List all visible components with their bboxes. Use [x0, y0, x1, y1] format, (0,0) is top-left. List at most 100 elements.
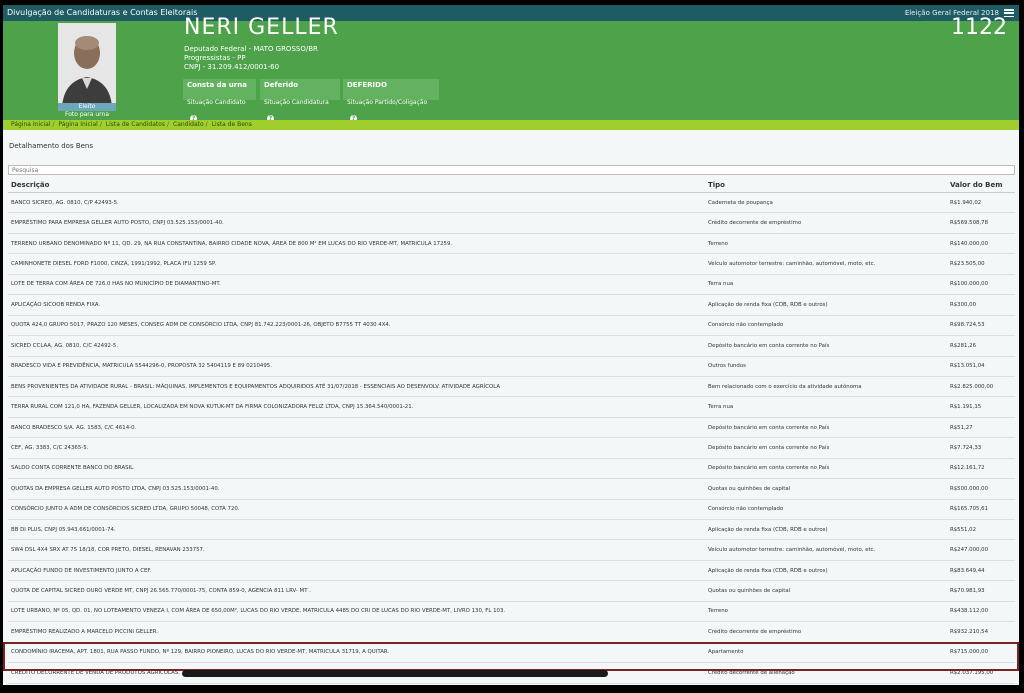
cell-type: Terra nua [705, 274, 947, 296]
elected-badge: Eleito [58, 103, 116, 111]
cell-description: BANCO SICRED, AG. 0810, C/P 42493-5. [8, 192, 705, 214]
table-row[interactable]: BANCO SICRED, AG. 0810, C/P 42493-5. Cade… [8, 192, 1015, 214]
table-header-row: Descrição Tipo Valor do Bem [8, 178, 1015, 193]
cell-type: Caderneta de poupança [705, 192, 947, 214]
table-row[interactable]: BRADESCO VIDA E PREVIDÊNCIA, MATRICULA 5… [8, 356, 1015, 377]
table-row[interactable]: SW4 DSL 4X4 SRX AT 75 18/18, COR PRETO, … [8, 539, 1015, 561]
cell-value: R$23.505,00 [947, 253, 1015, 275]
cell-value: R$2.825.000,00 [947, 376, 1015, 398]
candidate-photo [58, 23, 116, 107]
cell-value: R$438.112,00 [947, 601, 1015, 623]
search-input[interactable] [8, 165, 1015, 175]
breadcrumb-item-home[interactable]: Página Inicial [11, 121, 50, 128]
badge-subtitle: Situação Candidatura [264, 99, 329, 106]
cell-description: EMPRÉSTIMO REALIZADO A MARCELO PICCINI G… [8, 621, 705, 643]
cell-description: QUOTA 424,0 GRUPO 5017, PRAZO 120 MESES,… [8, 315, 705, 337]
cell-value: R$281,26 [947, 335, 1015, 357]
cell-type: Outros fundos [705, 356, 947, 377]
table-row[interactable]: EMPRÉSTIMO REALIZADO A MARCELO PICCINI G… [8, 621, 1015, 643]
cell-type: Terreno [705, 233, 947, 255]
candidate-party: Progressistas - PP [184, 54, 246, 62]
breadcrumb-item-home-2[interactable]: Página Inicial [58, 121, 97, 128]
cell-type: Veículo automotor terrestre: caminhão, a… [705, 253, 947, 275]
cell-value: R$932.210,54 [947, 621, 1015, 643]
badge-title: Deferido [264, 81, 299, 89]
cell-value: R$165.705,61 [947, 499, 1015, 521]
breadcrumb-item-candidates[interactable]: Lista de Candidatos [106, 121, 165, 128]
cell-description: CEF, AG. 3383, C/C 24365-5. [8, 437, 705, 459]
badge-title: DEFERIDO [347, 81, 387, 89]
cell-value: R$7.724,33 [947, 437, 1015, 459]
table-row[interactable]: QUOTA DE CAPITAL SICRED OURO VERDE MT, C… [8, 580, 1015, 602]
cell-value: R$1.191,15 [947, 396, 1015, 418]
table-row[interactable]: TERRA RURAL COM 121,0 HA, FAZENDA GELLER… [8, 396, 1015, 418]
cell-value: R$100.000,00 [947, 274, 1015, 296]
badge-subtitle: Situação Candidato [187, 99, 246, 106]
cell-description: LOTE URBANO, Nº 05, QD. 01, NO LOTEAMENT… [8, 601, 705, 623]
cell-description: EMPRÉSTIMO PARA EMPRESA GELLER AUTO POST… [8, 212, 705, 234]
badge-title: Consta da urna [187, 81, 247, 89]
table-row[interactable]: SALDO CONTA CORRENTE BANCO DO BRASIL. Dep… [8, 458, 1015, 480]
cell-value: R$247.000,00 [947, 539, 1015, 561]
horizontal-scrollbar[interactable] [182, 670, 608, 677]
status-badge-candidacy[interactable]: Deferido Situação Candidatura? [260, 79, 340, 122]
table-row[interactable]: EMPRÉSTIMO PARA EMPRESA GELLER AUTO POST… [8, 212, 1015, 234]
app-title[interactable]: Divulgação de Candidaturas e Contas Elei… [7, 5, 197, 21]
table-row[interactable]: CONSÓRCIO JUNTO A ADM DE CONSÓRCIOS SICR… [8, 499, 1015, 521]
cell-type: Aplicação de renda fixa (CDB, RDB e outr… [705, 519, 947, 541]
table-row[interactable]: BENS PROVENIENTES DA ATIVIDADE RURAL - B… [8, 376, 1015, 398]
column-header-description[interactable]: Descrição [8, 178, 705, 193]
device-frame: Divulgação de Candidaturas e Contas Elei… [0, 0, 1024, 693]
cell-type: Depósito bancário em conta corrente no P… [705, 417, 947, 439]
cell-type: Terreno [705, 601, 947, 623]
table-row[interactable]: TERRENO URBANO DENOMINADO Nº 11, QD. 29,… [8, 233, 1015, 255]
status-badge-party[interactable]: DEFERIDO Situação Partido/Coligação? [343, 79, 439, 122]
candidate-cnpj: CNPJ - 31.209.412/0001-60 [184, 63, 280, 71]
cell-description: TERRENO URBANO DENOMINADO Nº 11, QD. 29,… [8, 233, 705, 255]
table-row[interactable]: BB DI PLUS, CNPJ 05.943.661/0001-74. Apli… [8, 519, 1015, 541]
cell-type: Aplicação de renda fixa (CDB, RDB e outr… [705, 560, 947, 582]
cell-description: SICRED CCLAA, AG. 0810, C/C 42492-5. [8, 335, 705, 357]
photo-caption: Foto para urna [64, 111, 110, 118]
cell-value: R$300,00 [947, 294, 1015, 316]
cell-description: BANCO BRADESCO S/A. AG. 1583, C/C 4614-0… [8, 417, 705, 439]
assets-table: Descrição Tipo Valor do Bem BANCO SICRED… [8, 178, 1015, 684]
cell-type: Consórcio não contemplado [705, 315, 947, 337]
cell-type: Depósito bancário em conta corrente no P… [705, 458, 947, 480]
table-row[interactable]: LOTE URBANO, Nº 05, QD. 01, NO LOTEAMENT… [8, 601, 1015, 623]
candidate-number: 1122 [951, 15, 1007, 40]
breadcrumb-item-candidate[interactable]: Candidato [173, 121, 204, 128]
table-row[interactable]: BANCO BRADESCO S/A. AG. 1583, C/C 4614-0… [8, 417, 1015, 439]
cell-type: Quotas ou quinhões de capital [705, 580, 947, 602]
table-row[interactable]: LOTE DE TERRA COM ÁREA DE 726.0 HAS NO M… [8, 274, 1015, 296]
cell-description: QUOTA DE CAPITAL SICRED OURO VERDE MT, C… [8, 580, 705, 602]
candidate-office: Deputado Federal - MATO GROSSO/BR [184, 45, 318, 53]
cell-type: Depósito bancário em conta corrente no P… [705, 437, 947, 459]
table-row[interactable]: CAMINHONETE DIESEL FORD F1000, CINZA, 19… [8, 253, 1015, 275]
cell-description: BB DI PLUS, CNPJ 05.943.661/0001-74. [8, 519, 705, 541]
cell-type: Terra nua [705, 396, 947, 418]
cell-value: R$140.000,00 [947, 233, 1015, 255]
breadcrumb: Página Inicial / Página Inicial / Lista de… [3, 120, 1019, 130]
browser-page: Divulgação de Candidaturas e Contas Elei… [3, 5, 1019, 685]
cell-description: CONSÓRCIO JUNTO A ADM DE CONSÓRCIOS SICR… [8, 499, 705, 521]
table-row[interactable]: CEF, AG. 3383, C/C 24365-5. Depósito banc… [8, 437, 1015, 459]
table-row[interactable]: APLICAÇÃO SICOOB RENDA FIXA. Aplicação de… [8, 294, 1015, 316]
table-row[interactable]: SICRED CCLAA, AG. 0810, C/C 42492-5. Depó… [8, 335, 1015, 357]
table-row[interactable]: QUOTAS DA EMPRESA GELLER AUTO POSTO LTDA… [8, 478, 1015, 500]
table-row[interactable]: QUOTA 424,0 GRUPO 5017, PRAZO 120 MESES,… [8, 315, 1015, 337]
column-header-type[interactable]: Tipo [705, 178, 947, 193]
table-row[interactable]: APLICAÇÃO FUNDO DE INVESTIMENTO JUNTO A … [8, 560, 1015, 582]
cell-value: R$1.940,02 [947, 192, 1015, 214]
cell-description: TERRA RURAL COM 121,0 HA, FAZENDA GELLER… [8, 396, 705, 418]
cell-type: Crédito decorrente de empréstimo [705, 212, 947, 234]
cell-description: APLICAÇÃO SICOOB RENDA FIXA. [8, 294, 705, 316]
status-badge-candidate[interactable]: Consta da urna Situação Candidato? [183, 79, 256, 122]
top-bar: Divulgação de Candidaturas e Contas Elei… [3, 5, 1019, 21]
cell-value: R$13.051,04 [947, 356, 1015, 377]
cell-value: R$500.000,00 [947, 478, 1015, 500]
cell-type: Consórcio não contemplado [705, 499, 947, 521]
column-header-value[interactable]: Valor do Bem [947, 178, 1015, 193]
cell-type: Depósito bancário em conta corrente no P… [705, 335, 947, 357]
cell-value: R$12.161,72 [947, 458, 1015, 480]
